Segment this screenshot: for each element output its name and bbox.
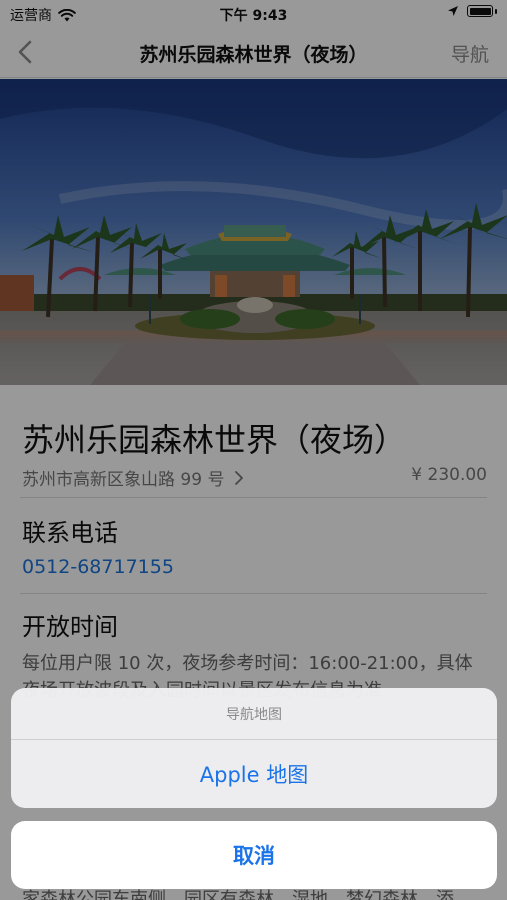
apple-maps-option[interactable]: Apple 地图 xyxy=(11,740,497,808)
cancel-button[interactable]: 取消 xyxy=(11,821,497,889)
action-sheet-title: 导航地图 xyxy=(11,688,497,740)
map-action-sheet: 导航地图 Apple 地图 xyxy=(11,688,497,808)
